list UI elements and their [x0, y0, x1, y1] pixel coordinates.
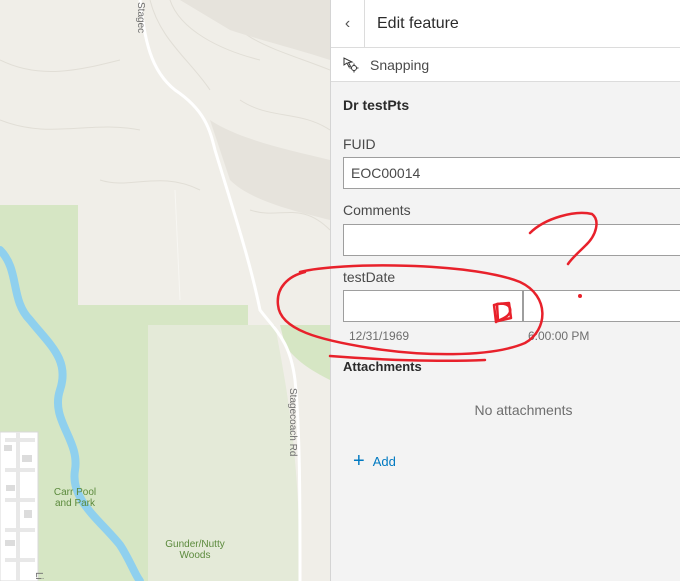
road-label-stagecoach-rd: Stagecoach Rd [287, 388, 298, 457]
fuid-input[interactable] [343, 157, 680, 189]
panel-title: Edit feature [377, 14, 459, 32]
date-format-hint: 12/31/1969 [349, 329, 410, 343]
snapping-toggle[interactable]: Snapping [331, 48, 680, 82]
fuid-label: FUID [343, 136, 376, 152]
snapping-label: Snapping [370, 56, 430, 73]
park-label-gunder-nutty: Gunder/Nutty Woods [165, 539, 225, 561]
road-label-partial: Li [33, 572, 44, 580]
back-button[interactable]: ‹ [331, 0, 365, 48]
testdate-time-input[interactable] [523, 290, 680, 322]
attachments-title: Attachments [343, 359, 422, 374]
road-label-stagecoach-top: Stagec [135, 2, 146, 34]
add-attachment-label: Add [372, 453, 396, 469]
layer-title: Dr testPts [343, 97, 410, 113]
snapping-icon [343, 56, 359, 72]
add-attachment-button[interactable]: + Add [353, 450, 396, 472]
no-attachments-text: No attachments [474, 402, 573, 418]
chevron-left-icon: ‹ [344, 14, 351, 32]
edit-feature-panel: ‹ Edit feature Snapping Dr testPts FUID … [330, 0, 680, 581]
time-format-hint: 6:00:00 PM [528, 329, 590, 343]
comments-input[interactable] [343, 224, 680, 256]
park-label-carr-pool: Carr Pool and Park [53, 487, 97, 509]
testdate-label: testDate [343, 269, 396, 285]
panel-header: ‹ Edit feature [331, 0, 680, 48]
comments-label: Comments [343, 202, 411, 218]
testdate-date-input[interactable] [343, 290, 523, 322]
plus-icon: + [353, 450, 365, 472]
map-view[interactable]: Stagec Stagecoach Rd Carr Pool and Park … [0, 0, 330, 581]
